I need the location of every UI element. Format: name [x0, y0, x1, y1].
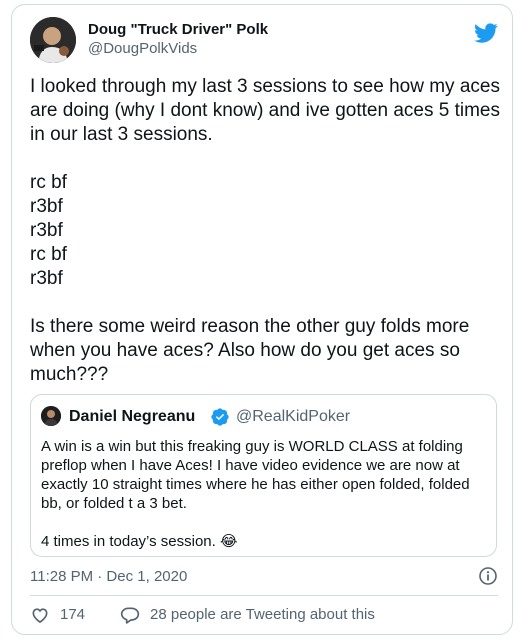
quoted-author-name: Daniel Negreanu [69, 408, 196, 425]
speech-bubble-icon[interactable] [120, 605, 140, 625]
like-count[interactable]: 174 [60, 605, 85, 625]
quoted-paragraph: A win is a win but this freaking guy is … [41, 438, 470, 512]
author-display-name[interactable]: Doug "Truck Driver" Polk [88, 21, 268, 39]
tweeting-about-link[interactable]: 28 people are Tweeting about this [150, 605, 375, 625]
quoted-tweet[interactable]: Daniel Negreanu @RealKidPoker A win is a… [30, 394, 497, 557]
tweet-paragraph: Is there some weird reason the other guy… [30, 316, 470, 385]
tweet-line: rc bf [30, 172, 67, 193]
verified-badge-icon [211, 408, 229, 426]
tweet-line: r3bf [30, 268, 63, 289]
heart-icon[interactable] [30, 605, 50, 625]
tweet-actions: 174 28 people are Tweeting about this [30, 603, 498, 627]
tweet-paragraph: I looked through my last 3 sessions to s… [30, 76, 500, 145]
info-icon[interactable] [478, 566, 498, 586]
author-names: Doug "Truck Driver" Polk @DougPolkVids [88, 21, 268, 58]
quoted-paragraph: 4 times in today’s session. 😂 [41, 533, 238, 550]
author-handle[interactable]: @DougPolkVids [88, 39, 268, 58]
tweet-line: r3bf [30, 196, 63, 217]
quoted-author-handle: @RealKidPoker [236, 408, 351, 425]
author-avatar[interactable] [30, 17, 76, 63]
tweet-text: I looked through my last 3 sessions to s… [30, 75, 500, 387]
tweet-timestamp[interactable]: 11:28 PM · Dec 1, 2020 [30, 567, 187, 587]
tweet-header: Doug "Truck Driver" Polk @DougPolkVids [30, 17, 498, 65]
divider [30, 595, 498, 596]
quoted-tweet-text: A win is a win but this freaking guy is … [41, 437, 489, 551]
quoted-author-avatar [41, 406, 61, 426]
tweet-line: rc bf [30, 244, 67, 265]
twitter-bird-icon[interactable] [474, 21, 498, 45]
tweet-line: r3bf [30, 220, 63, 241]
tweet-card: Doug "Truck Driver" Polk @DougPolkVids I… [11, 4, 513, 635]
